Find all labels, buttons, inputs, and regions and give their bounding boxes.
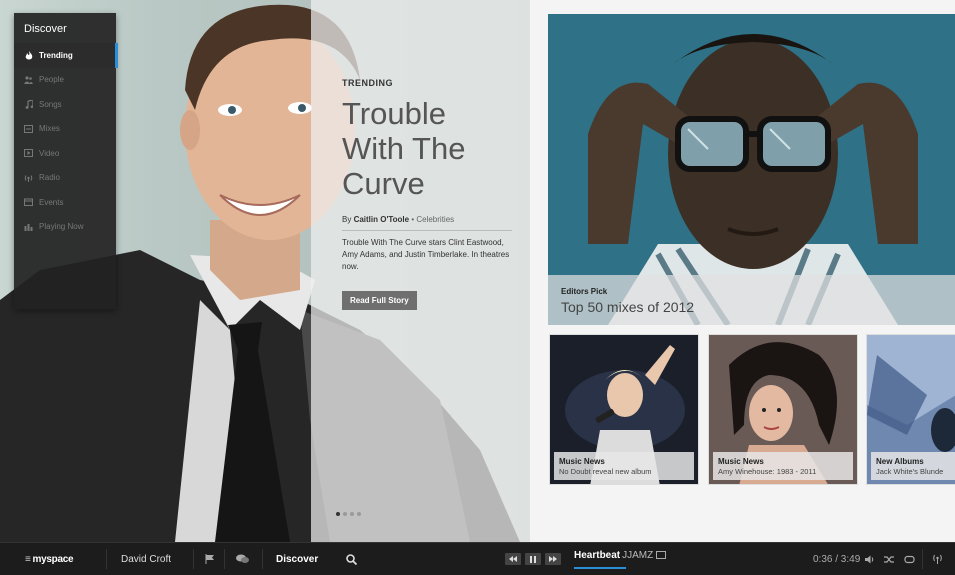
radio-tower-icon[interactable] <box>932 543 943 575</box>
main-stage: TRENDING Trouble With The Curve By Caitl… <box>0 0 955 542</box>
hero-title-line: Trouble <box>342 96 446 131</box>
hero-summary: Trouble With The Curve stars Clint Eastw… <box>342 238 510 271</box>
card-title: Amy Winehouse: 1983 - 2011 <box>718 467 817 476</box>
sidebar-item-video[interactable]: Video <box>14 141 116 166</box>
sidebar-item-trending[interactable]: Trending <box>14 43 118 68</box>
sidebar-item-label: Trending <box>39 50 73 60</box>
sidebar-item-mixes[interactable]: Mixes <box>14 117 116 142</box>
previous-track-button[interactable] <box>505 553 521 565</box>
hd-badge-icon <box>656 551 667 559</box>
discover-nav-link[interactable]: Discover <box>276 543 318 575</box>
hero-byline: By Caitlin O'Toole • Celebrities <box>342 215 512 231</box>
sidebar-title: Discover <box>24 23 67 35</box>
volume-icon[interactable] <box>865 543 875 575</box>
discover-menu: Discover Trending People Songs Mixes Vid… <box>14 13 118 309</box>
player-controls <box>505 543 565 575</box>
sidebar-item-label: Radio <box>39 173 60 183</box>
carousel-dot[interactable] <box>357 512 361 516</box>
mix-icon <box>24 124 33 133</box>
carousel-dot[interactable] <box>350 512 354 516</box>
equalizer-icon <box>24 222 33 231</box>
track-artist: JJAMZ <box>622 549 654 561</box>
sidebar-item-label: Mixes <box>39 124 60 134</box>
category-link[interactable]: Celebrities <box>416 215 454 224</box>
divider <box>193 549 194 569</box>
news-card[interactable]: Music News Amy Winehouse: 1983 - 2011 <box>708 334 858 485</box>
card-kicker: Music News <box>559 457 605 466</box>
logo-text: myspace <box>32 553 74 565</box>
chat-icon[interactable] <box>236 543 249 575</box>
author-link[interactable]: Caitlin O'Toole <box>354 215 410 224</box>
byline-prefix: By <box>342 215 354 224</box>
hero-title-line: With The <box>342 131 466 166</box>
sidebar-item-label: Songs <box>39 99 62 109</box>
divider <box>224 549 225 569</box>
shuffle-icon[interactable] <box>884 543 895 575</box>
myspace-logo[interactable]: ≡ myspace <box>25 543 74 575</box>
divider <box>106 549 107 569</box>
sidebar-item-label: Events <box>39 197 64 207</box>
feature-title[interactable]: Top 50 mixes of 2012 <box>561 299 694 315</box>
card-caption: Music News No Doubt reveal new album <box>554 452 694 480</box>
video-icon <box>24 149 33 158</box>
sidebar-item-songs[interactable]: Songs <box>14 92 116 117</box>
card-kicker: New Albums <box>876 457 924 466</box>
card-title: No Doubt reveal new album <box>559 467 652 476</box>
sidebar-item-label: Video <box>39 148 60 158</box>
sidebar-item-playing-now[interactable]: Playing Now <box>14 215 116 240</box>
playback-time: 0:36 / 3:49 <box>813 553 861 565</box>
divider <box>922 549 923 569</box>
news-card[interactable]: Music News No Doubt reveal new album <box>549 334 699 485</box>
hero-kicker: TRENDING <box>342 78 393 88</box>
radio-icon <box>24 173 33 182</box>
bottom-player-bar: ≡ myspace David Croft Discover Heartbeat … <box>0 542 955 575</box>
track-progress-bar[interactable] <box>574 567 626 569</box>
next-track-button[interactable] <box>545 553 561 565</box>
card-kicker: Music News <box>718 457 764 466</box>
carousel-dot[interactable] <box>336 512 340 516</box>
sidebar-item-events[interactable]: Events <box>14 190 116 215</box>
hero-article: TRENDING Trouble With The Curve By Caitl… <box>342 78 512 310</box>
divider <box>262 549 263 569</box>
hero-title[interactable]: Trouble With The Curve <box>342 96 512 201</box>
pause-button[interactable] <box>525 553 541 565</box>
track-title: Heartbeat <box>574 549 621 561</box>
calendar-icon <box>24 198 33 207</box>
feature-caption: Editors Pick Top 50 mixes of 2012 <box>548 275 955 325</box>
people-icon <box>24 75 33 84</box>
carousel-dots <box>336 512 361 516</box>
sidebar-item-label: People <box>39 75 64 85</box>
search-icon[interactable] <box>346 543 357 575</box>
sidebar-item-radio[interactable]: Radio <box>14 166 116 191</box>
read-full-story-button[interactable]: Read Full Story <box>342 291 417 310</box>
sidebar-item-label: Playing Now <box>39 222 84 232</box>
card-title: Jack White's Blunde <box>876 467 944 476</box>
card-caption: New Albums Jack White's Blunde <box>871 452 955 480</box>
carousel-dot[interactable] <box>343 512 347 516</box>
logo-mark-icon: ≡ <box>25 553 31 565</box>
editors-pick-feature[interactable]: Editors Pick Top 50 mixes of 2012 <box>548 14 955 325</box>
hero-title-line: Curve <box>342 166 425 201</box>
flag-icon[interactable] <box>205 543 215 575</box>
sidebar-item-people[interactable]: People <box>14 68 116 93</box>
music-note-icon <box>24 99 33 109</box>
repeat-icon[interactable] <box>904 543 915 575</box>
card-caption: Music News Amy Winehouse: 1983 - 2011 <box>713 452 853 480</box>
flame-icon <box>24 50 33 60</box>
news-card[interactable]: New Albums Jack White's Blunde <box>866 334 955 485</box>
feature-kicker: Editors Pick <box>561 287 608 296</box>
user-profile-link[interactable]: David Croft <box>121 543 171 575</box>
